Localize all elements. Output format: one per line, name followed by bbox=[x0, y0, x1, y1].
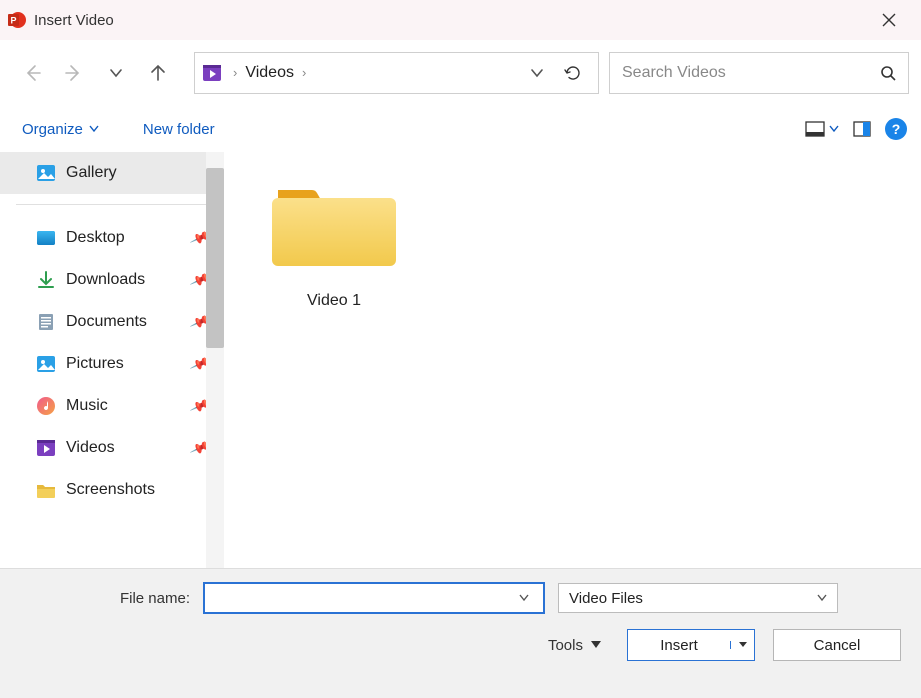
pictures-icon bbox=[36, 354, 56, 374]
folder-icon bbox=[36, 480, 56, 500]
preview-pane-icon bbox=[853, 121, 871, 137]
search-box[interactable] bbox=[609, 52, 909, 94]
address-dropdown[interactable] bbox=[520, 66, 554, 80]
address-bar[interactable]: › Videos › bbox=[194, 52, 599, 94]
sidebar-item-desktop[interactable]: Desktop 📌 bbox=[0, 217, 224, 259]
forward-button[interactable] bbox=[54, 53, 94, 93]
window-title: Insert Video bbox=[34, 12, 114, 29]
view-mode-button[interactable] bbox=[805, 121, 839, 137]
sidebar-item-label: Desktop bbox=[66, 229, 125, 247]
sidebar-item-label: Downloads bbox=[66, 271, 145, 289]
insert-label: Insert bbox=[628, 637, 730, 654]
organize-label: Organize bbox=[22, 121, 83, 138]
folder-icon bbox=[270, 174, 398, 274]
insert-button[interactable]: Insert bbox=[627, 629, 755, 661]
recent-locations-button[interactable] bbox=[96, 53, 136, 93]
back-button[interactable] bbox=[12, 53, 52, 93]
filename-dropdown[interactable] bbox=[519, 593, 543, 603]
tools-button[interactable]: Tools bbox=[548, 637, 601, 654]
chevron-down-icon bbox=[591, 640, 601, 650]
chevron-right-icon[interactable]: › bbox=[227, 65, 243, 80]
main-area: Gallery Desktop 📌 Downloads 📌 Documents … bbox=[0, 152, 921, 568]
new-folder-button[interactable]: New folder bbox=[135, 115, 223, 144]
close-button[interactable] bbox=[867, 0, 911, 40]
refresh-button[interactable] bbox=[554, 64, 592, 82]
insert-split-button[interactable] bbox=[730, 641, 754, 649]
sidebar-item-screenshots[interactable]: Screenshots bbox=[0, 469, 224, 511]
tools-label: Tools bbox=[548, 637, 583, 654]
preview-pane-button[interactable] bbox=[853, 121, 871, 137]
close-icon bbox=[882, 13, 896, 27]
gallery-icon bbox=[36, 163, 56, 183]
content-item-label: Video 1 bbox=[307, 292, 361, 310]
navigation-bar: › Videos › bbox=[0, 40, 921, 106]
sidebar-item-label: Videos bbox=[66, 439, 115, 457]
sidebar-item-label: Screenshots bbox=[66, 481, 155, 499]
bottom-panel: File name: Video Files Tools Insert bbox=[0, 568, 921, 698]
downloads-icon bbox=[36, 270, 56, 290]
cancel-button[interactable]: Cancel bbox=[773, 629, 901, 661]
search-input[interactable] bbox=[622, 64, 880, 82]
file-type-filter[interactable]: Video Files bbox=[558, 583, 838, 613]
view-icon bbox=[805, 121, 825, 137]
sidebar-item-label: Pictures bbox=[66, 355, 124, 373]
chevron-down-icon bbox=[89, 124, 99, 134]
chevron-right-icon[interactable]: › bbox=[296, 65, 312, 80]
search-icon[interactable] bbox=[880, 65, 896, 81]
help-button[interactable]: ? bbox=[885, 118, 907, 140]
command-bar: Organize New folder ? bbox=[0, 106, 921, 152]
scrollbar-thumb[interactable] bbox=[206, 168, 224, 348]
sidebar-item-videos[interactable]: Videos 📌 bbox=[0, 427, 224, 469]
filename-label: File name: bbox=[60, 590, 190, 607]
chevron-down-icon bbox=[739, 641, 747, 649]
sidebar: Gallery Desktop 📌 Downloads 📌 Documents … bbox=[0, 152, 224, 568]
sidebar-item-label: Documents bbox=[66, 313, 147, 331]
filename-combobox[interactable] bbox=[204, 583, 544, 613]
sidebar-item-label: Gallery bbox=[66, 164, 117, 182]
chevron-down-icon bbox=[829, 124, 839, 134]
filename-input[interactable] bbox=[205, 590, 519, 606]
videos-folder-icon bbox=[201, 62, 223, 84]
filter-label: Video Files bbox=[569, 590, 643, 607]
new-folder-label: New folder bbox=[143, 121, 215, 138]
chevron-down-icon bbox=[817, 593, 827, 603]
sidebar-item-documents[interactable]: Documents 📌 bbox=[0, 301, 224, 343]
sidebar-item-pictures[interactable]: Pictures 📌 bbox=[0, 343, 224, 385]
sidebar-item-gallery[interactable]: Gallery bbox=[0, 152, 224, 194]
desktop-icon bbox=[36, 228, 56, 248]
music-icon bbox=[36, 396, 56, 416]
breadcrumb-current[interactable]: Videos bbox=[243, 64, 296, 82]
sidebar-item-label: Music bbox=[66, 397, 108, 415]
organize-button[interactable]: Organize bbox=[14, 115, 107, 144]
content-item-folder[interactable]: Video 1 bbox=[254, 174, 414, 310]
svg-text:P: P bbox=[10, 16, 16, 26]
up-button[interactable] bbox=[138, 53, 178, 93]
cancel-label: Cancel bbox=[814, 637, 861, 654]
powerpoint-icon: P bbox=[8, 11, 26, 29]
sidebar-item-music[interactable]: Music 📌 bbox=[0, 385, 224, 427]
videos-icon bbox=[36, 438, 56, 458]
documents-icon bbox=[36, 312, 56, 332]
sidebar-item-downloads[interactable]: Downloads 📌 bbox=[0, 259, 224, 301]
content-area[interactable]: Video 1 bbox=[224, 152, 921, 568]
sidebar-separator bbox=[16, 204, 208, 205]
title-bar: P Insert Video bbox=[0, 0, 921, 40]
